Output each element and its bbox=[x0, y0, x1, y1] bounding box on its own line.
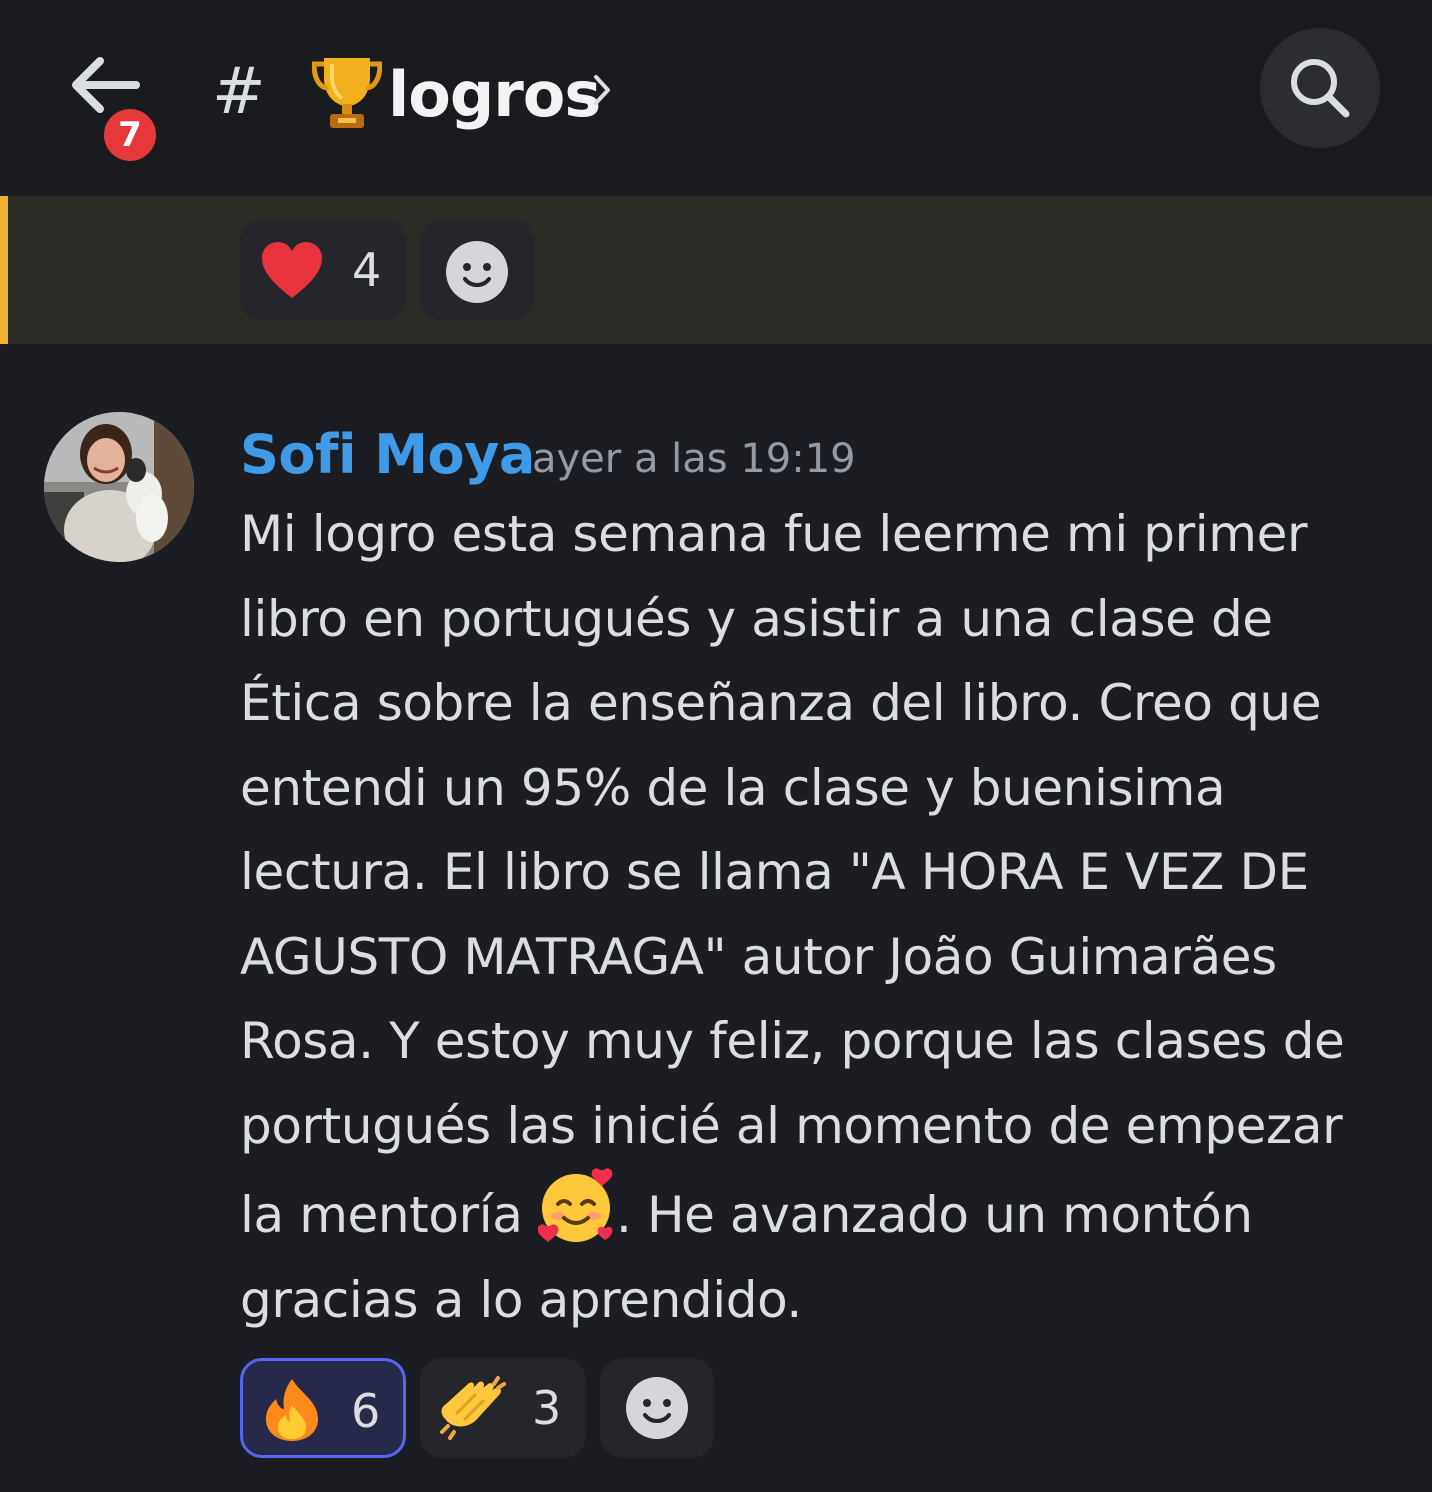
user-avatar-image bbox=[44, 412, 194, 562]
clapping-hands-icon bbox=[440, 1376, 506, 1440]
reaction-count: 3 bbox=[532, 1381, 562, 1435]
heart-icon bbox=[262, 242, 322, 298]
reaction-count: 4 bbox=[352, 243, 382, 297]
add-reaction-icon bbox=[626, 1377, 688, 1439]
avatar[interactable] bbox=[44, 412, 194, 562]
message-text: Mi logro esta semana fue leerme mi prime… bbox=[240, 492, 1390, 1342]
channel-header: 7 # logros bbox=[0, 0, 1432, 192]
trophy-icon bbox=[312, 58, 382, 128]
smiling-face-with-hearts-icon bbox=[537, 1168, 613, 1242]
add-reaction-button[interactable] bbox=[420, 220, 534, 320]
search-icon bbox=[1291, 59, 1350, 118]
fire-icon bbox=[266, 1379, 318, 1441]
reaction-count: 6 bbox=[351, 1384, 381, 1438]
reaction-fire[interactable]: 6 bbox=[240, 1358, 406, 1458]
add-reaction-button[interactable] bbox=[600, 1358, 714, 1458]
reaction-clapping-hands[interactable]: 3 bbox=[420, 1358, 586, 1458]
channel-name[interactable]: logros bbox=[388, 50, 601, 140]
message-text-part1: Mi logro esta semana fue leerme mi prime… bbox=[240, 505, 1345, 1244]
search-button[interactable] bbox=[1260, 28, 1380, 148]
back-button[interactable]: 7 bbox=[60, 45, 170, 165]
chevron-right-icon[interactable] bbox=[592, 73, 614, 107]
unread-badge: 7 bbox=[100, 105, 160, 165]
message-timestamp: ayer a las 19:19 bbox=[532, 436, 856, 482]
reaction-heart[interactable]: 4 bbox=[240, 220, 406, 320]
previous-message-highlight bbox=[0, 196, 1432, 344]
mention-highlight-bar bbox=[0, 196, 8, 344]
channel-hash-icon: # bbox=[212, 55, 266, 129]
message-author[interactable]: Sofi Moya bbox=[240, 420, 535, 490]
add-reaction-icon bbox=[446, 241, 508, 303]
